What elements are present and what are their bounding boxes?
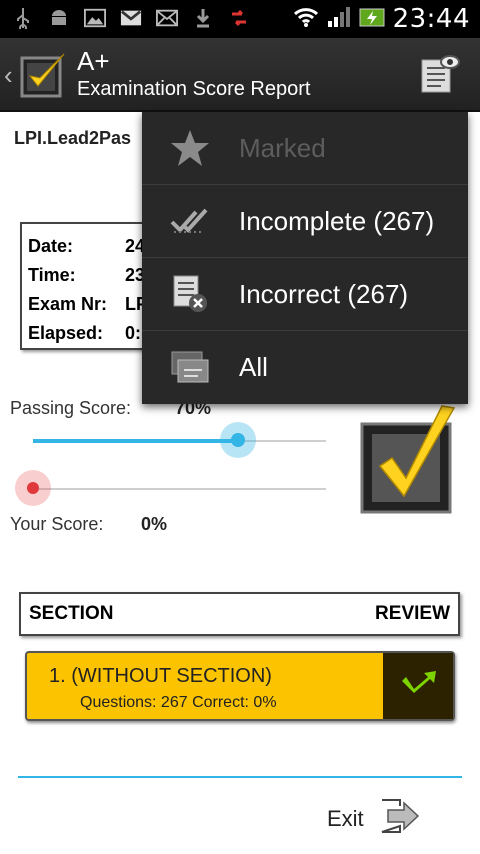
notification-icons (12, 6, 250, 30)
section-table-header: SECTION REVIEW (19, 592, 460, 636)
menu-item-incorrect[interactable]: Incorrect (267) (142, 258, 468, 331)
info-label: Date: (28, 236, 74, 256)
exam-info-box: Date: 24 Time: 23 Exam Nr: LP Elapsed: 0… (20, 222, 160, 350)
info-row-elapsed: Elapsed: 0: (28, 319, 152, 348)
all-questions-icon (164, 342, 216, 394)
menu-item-all[interactable]: All (142, 331, 468, 404)
sync-icon (228, 6, 250, 30)
battery-icon (359, 6, 385, 33)
menu-item-label: Incorrect (267) (239, 278, 409, 309)
footer-divider (18, 776, 462, 778)
gmail-icon (120, 6, 142, 30)
back-icon[interactable]: ‹ (4, 60, 13, 91)
action-bar: ‹ A+ Examination Score Report (0, 38, 480, 112)
review-arrow-icon[interactable] (383, 653, 453, 719)
app-title: A+ (77, 46, 110, 76)
review-column-header: REVIEW (375, 603, 450, 624)
info-row-date: Date: 24 (28, 232, 152, 261)
list-x-icon (164, 268, 216, 320)
section-stats: Questions: 267 Correct: 0% (80, 694, 277, 711)
wifi-icon (293, 6, 319, 33)
android-icon (48, 6, 70, 30)
section-title: 1. (WITHOUT SECTION) (49, 665, 272, 687)
status-bar: 23:44 (0, 0, 480, 38)
usb-icon (12, 6, 34, 30)
info-label: Exam Nr: (28, 294, 108, 314)
info-row-time: Time: 23 (28, 261, 152, 290)
result-check-icon (360, 404, 456, 516)
your-score-label: Your Score: (10, 514, 104, 534)
menu-item-label: Incomplete (267) (239, 205, 435, 236)
menu-item-label: All (239, 352, 268, 382)
review-filter-menu: Marked Incomplete (267) Incorrect (267) … (142, 112, 468, 404)
menu-item-label: Marked (239, 132, 326, 163)
double-check-icon (164, 195, 216, 247)
signal-icon (327, 6, 351, 33)
info-row-exam-nr: Exam Nr: LP (28, 290, 152, 319)
system-icons: 23:44 (293, 4, 470, 34)
star-icon (164, 122, 216, 174)
passing-score-fill (33, 439, 239, 443)
app-logo-check-icon[interactable] (20, 52, 68, 100)
review-menu-icon[interactable] (418, 52, 462, 96)
info-value: 0: (125, 323, 142, 343)
your-score-track (33, 488, 326, 490)
exit-icon[interactable] (378, 798, 420, 834)
your-score-value: 0% (141, 514, 168, 534)
screen-subtitle: Examination Score Report (77, 78, 311, 100)
menu-item-marked[interactable]: Marked (142, 112, 468, 185)
download-icon (192, 6, 214, 30)
passing-score-slider-thumb[interactable] (220, 422, 257, 458)
section-column-header: SECTION (29, 603, 114, 624)
your-score-slider-thumb[interactable] (15, 470, 51, 506)
passing-score-label: Passing Score: (10, 398, 132, 418)
clock: 23:44 (392, 4, 470, 34)
exam-name: LPI.Lead2Pas (14, 128, 132, 148)
exit-label[interactable]: Exit (327, 806, 364, 832)
info-label: Elapsed: (28, 323, 104, 343)
menu-item-incomplete[interactable]: Incomplete (267) (142, 185, 468, 258)
mail-icon (156, 6, 178, 30)
section-row[interactable]: 1. (WITHOUT SECTION) Questions: 267 Corr… (25, 651, 455, 721)
image-icon (84, 6, 106, 30)
info-label: Time: (28, 265, 76, 285)
